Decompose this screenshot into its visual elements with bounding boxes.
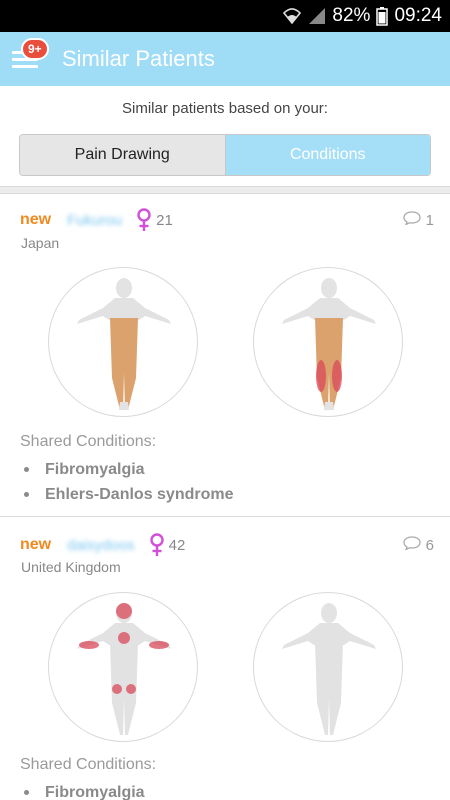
notification-badge: 9+ [21,38,49,60]
body-map-back[interactable] [253,592,403,742]
country: Japan [21,235,60,251]
pain-drawings [0,592,450,742]
pain-drawings [0,267,450,417]
comparison-toggle: Pain Drawing Conditions [19,134,431,176]
subtitle: Similar patients based on your: [122,100,328,117]
new-label: new [20,536,52,553]
comment-count: 6 [425,536,434,554]
comment-icon [403,211,421,229]
menu-button[interactable]: 9+ [8,32,56,86]
username[interactable]: daisydoos [67,537,135,554]
condition-item: Ehlers-Danlos syndrome [24,482,234,507]
country: United Kingdom [21,559,121,575]
new-label: new [20,211,52,228]
wifi-icon [282,7,302,25]
tab-conditions[interactable]: Conditions [225,135,430,175]
comments-button[interactable]: 1 [403,211,434,229]
body-map-front[interactable] [48,592,198,742]
body-map-back[interactable] [48,267,198,417]
page-title: Similar Patients [62,46,215,71]
comment-icon [403,536,421,554]
female-icon [136,208,152,232]
battery-icon [376,6,389,26]
clock: 09:24 [394,5,442,26]
app-bar: 9+ Similar Patients [0,32,450,86]
status-bar: 82% 09:24 [0,0,450,32]
tab-pain-drawing[interactable]: Pain Drawing [20,135,226,175]
condition-item: Fibromyalgia [24,780,145,800]
shared-conditions-title: Shared Conditions: [20,433,157,450]
age: 21 [156,211,173,229]
condition-item: Fibromyalgia [24,457,234,482]
female-icon [149,533,165,557]
comments-button[interactable]: 6 [403,536,434,554]
conditions-list: Fibromyalgia [24,780,145,800]
battery-percent: 82% [332,5,371,26]
age: 42 [168,536,186,554]
username[interactable]: Fukurou [67,212,122,229]
patient-card[interactable]: new daisydoos 42 6 United Kingdom Shared… [0,520,450,800]
shared-conditions-title: Shared Conditions: [20,756,157,773]
patient-card[interactable]: new Fukurou 21 1 Japan Shared Conditions… [0,195,450,517]
body-map-front[interactable] [253,267,403,417]
divider [0,186,450,194]
comment-count: 1 [425,211,434,229]
conditions-list: Fibromyalgia Ehlers-Danlos syndrome [24,457,234,507]
signal-icon [308,7,326,25]
